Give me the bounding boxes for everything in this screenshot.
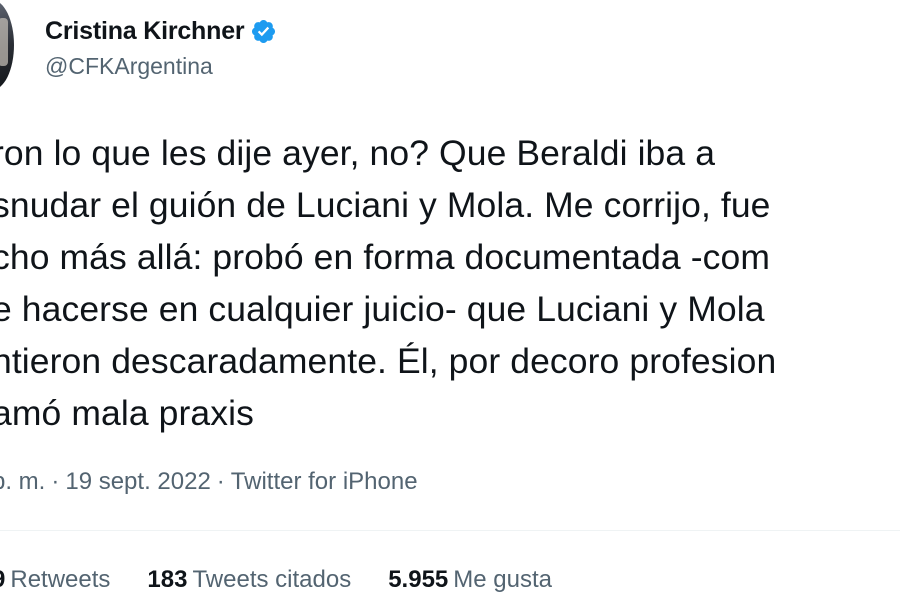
- tweet-text: ron lo que les dije ayer, no? Que Berald…: [0, 127, 900, 439]
- tweet-stats: 9Retweets 183Tweets citados 5.955Me gust…: [0, 562, 589, 598]
- retweets-stat[interactable]: 9Retweets: [0, 562, 110, 598]
- tweet-author: Cristina Kirchner @CFKArgentina: [45, 14, 277, 82]
- tweet-source[interactable]: Twitter for iPhone: [231, 468, 418, 495]
- retweets-count: 9: [0, 566, 5, 593]
- meta-separator: ·: [51, 468, 60, 495]
- tweet-text-line: amó mala praxis: [0, 393, 254, 433]
- likes-label: Me gusta: [453, 566, 552, 593]
- tweet-text-line: e hacerse en cualquier juicio- que Lucia…: [0, 289, 765, 329]
- tweet-date[interactable]: 19 sept. 2022: [65, 468, 210, 495]
- quotes-stat[interactable]: 183 Tweets citados: [147, 562, 351, 598]
- quotes-count: 183: [147, 566, 188, 593]
- meta-separator: ·: [216, 468, 225, 495]
- verified-badge-icon: [252, 19, 276, 43]
- quotes-label: Tweets citados: [192, 566, 352, 593]
- tweet-text-line: ron lo que les dije ayer, no? Que Berald…: [0, 133, 716, 173]
- tweet-meta: p. m.·19 sept. 2022·Twitter for iPhone: [0, 464, 418, 500]
- author-name-row: Cristina Kirchner: [45, 14, 277, 48]
- tweet-time[interactable]: p. m.: [0, 468, 45, 495]
- author-name[interactable]: Cristina Kirchner: [45, 17, 245, 46]
- tweet-text-line: cho más allá: probó en forma documentada…: [0, 237, 771, 277]
- retweets-label: Retweets: [10, 566, 111, 593]
- likes-stat[interactable]: 5.955 Me gusta: [388, 562, 552, 598]
- likes-count: 5.955: [388, 566, 449, 593]
- author-handle[interactable]: @CFKArgentina: [45, 50, 277, 82]
- tweet-text-line: snudar el guión de Luciani y Mola. Me co…: [0, 185, 771, 225]
- tweet-text-line: ntieron descaradamente. Él, por decoro p…: [0, 341, 777, 381]
- author-avatar[interactable]: [0, 0, 14, 90]
- divider: [0, 530, 900, 531]
